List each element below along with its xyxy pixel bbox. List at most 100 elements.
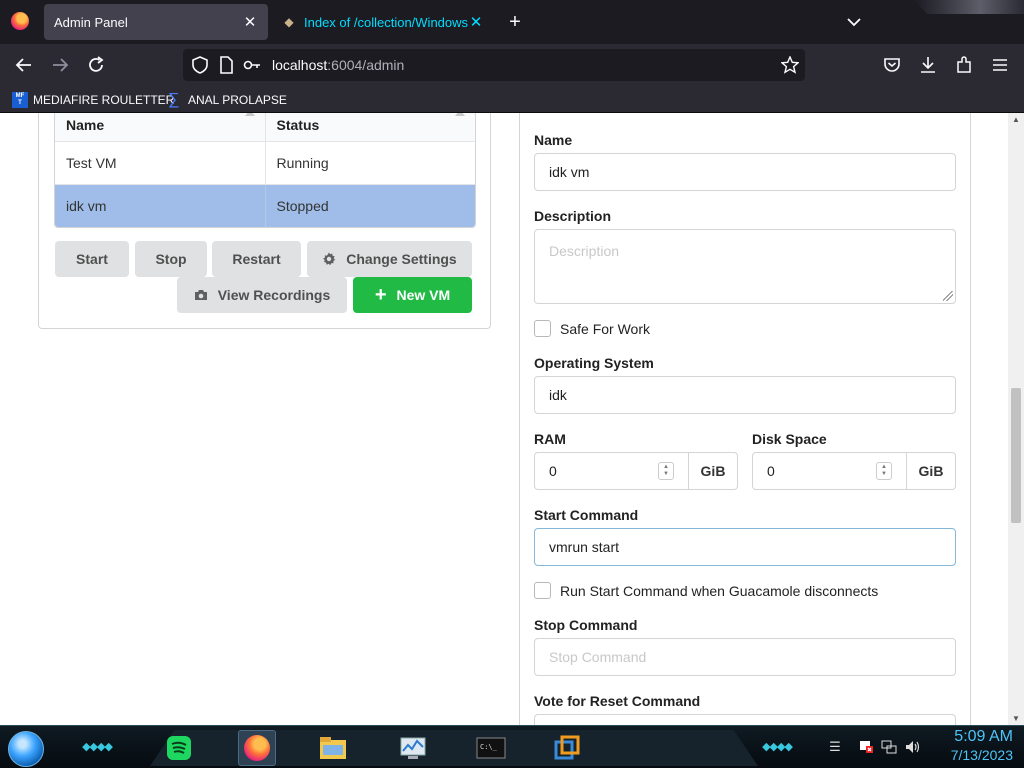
- extensions-icon[interactable]: [952, 53, 976, 77]
- change-settings-button[interactable]: Change Settings: [307, 241, 472, 277]
- task-manager-icon[interactable]: [394, 730, 432, 766]
- chevron-down-icon[interactable]: [843, 10, 865, 34]
- description-placeholder: Description: [549, 243, 620, 259]
- sort-icon: [244, 113, 255, 116]
- start-button[interactable]: [8, 731, 44, 767]
- close-icon[interactable]: ✕: [242, 13, 258, 31]
- network-icon[interactable]: [881, 739, 897, 755]
- back-arrow-icon[interactable]: [12, 53, 36, 77]
- checkbox-label: Safe For Work: [560, 320, 650, 337]
- button-label: Restart: [232, 251, 281, 267]
- vm-name-cell: Test VM: [55, 142, 266, 184]
- url-path: :6004/admin: [327, 57, 405, 73]
- name-input[interactable]: idk vm: [534, 153, 956, 191]
- button-label: View Recordings: [217, 287, 331, 303]
- vote-reset-label: Vote for Reset Command: [534, 693, 701, 709]
- stop-command-input[interactable]: Stop Command: [534, 638, 956, 676]
- tab-admin-panel[interactable]: Admin Panel ✕: [44, 4, 268, 40]
- admin-page: Name Status Test VM Running idk vm Stopp…: [0, 113, 1008, 725]
- name-label: Name: [534, 132, 573, 148]
- bookmark-mediafire[interactable]: MF T MEDIAFIRE ROULETTER: [12, 90, 174, 110]
- vote-reset-input[interactable]: [534, 714, 956, 725]
- url-bar[interactable]: localhost:6004/admin: [183, 49, 805, 81]
- stop-command-label: Stop Command: [534, 617, 638, 633]
- folder-icon: ◆: [284, 15, 294, 29]
- column-header-status[interactable]: Status: [266, 113, 476, 141]
- restart-button[interactable]: Restart: [212, 241, 301, 277]
- spinner-icon[interactable]: ▲ ▼: [658, 462, 674, 480]
- scrollbar-thumb[interactable]: [1011, 388, 1021, 523]
- os-label: Operating System: [534, 355, 654, 371]
- bookmark-label: ANAL PROLAPSE: [188, 93, 287, 107]
- disk-field[interactable]: 0 ▲ ▼: [752, 452, 907, 490]
- window-decoration: [914, 0, 1024, 14]
- key-icon[interactable]: [240, 53, 264, 77]
- column-header-name[interactable]: Name: [55, 113, 266, 141]
- button-label: New VM: [396, 287, 451, 303]
- spotify-icon[interactable]: [160, 730, 198, 766]
- close-icon[interactable]: ✕: [468, 13, 484, 31]
- show-desktop-icon[interactable]: ☰: [824, 739, 846, 755]
- sigma-icon: ∑: [168, 91, 180, 108]
- action-center-flag-icon[interactable]: [858, 739, 874, 755]
- safe-for-work-option[interactable]: Safe For Work: [534, 320, 650, 337]
- tab-title: Index of /collection/Windows 7: [304, 14, 468, 30]
- volume-icon[interactable]: [904, 739, 920, 755]
- resize-handle-icon[interactable]: [943, 291, 953, 301]
- vm-status-cell: Running: [276, 155, 329, 171]
- menu-icon[interactable]: [988, 53, 1012, 77]
- new-tab-button[interactable]: +: [503, 10, 527, 34]
- spinner-icon[interactable]: ▲ ▼: [876, 462, 892, 480]
- disk-input[interactable]: 0 ▲ ▼ GiB: [752, 452, 956, 490]
- tab-title: Admin Panel: [54, 14, 128, 30]
- ram-input[interactable]: 0 ▲ ▼ GiB: [534, 452, 738, 490]
- table-row[interactable]: Test VM Running: [55, 141, 475, 184]
- gear-icon: [322, 252, 336, 266]
- firefox-icon[interactable]: [238, 730, 276, 766]
- bookmark-second[interactable]: ∑ ANAL PROLAPSE: [168, 90, 287, 110]
- mediafire-icon: MF T: [12, 92, 28, 108]
- forward-arrow-icon[interactable]: [48, 53, 72, 77]
- system-clock[interactable]: 5:09 AM 7/13/2023: [933, 728, 1013, 763]
- url-text[interactable]: localhost:6004/admin: [272, 57, 404, 73]
- bookmark-star-icon[interactable]: [778, 53, 802, 77]
- reload-icon[interactable]: [84, 53, 108, 77]
- table-row[interactable]: idk vm Stopped: [55, 184, 475, 227]
- download-icon[interactable]: [916, 53, 940, 77]
- ram-field[interactable]: 0 ▲ ▼: [534, 452, 689, 490]
- svg-text:C:\_: C:\_: [480, 743, 498, 751]
- scroll-up-icon[interactable]: ▲: [1008, 115, 1024, 124]
- start-command-input[interactable]: vmrun start: [534, 528, 956, 566]
- description-textarea[interactable]: Description: [534, 229, 956, 304]
- run-on-disconnect-option[interactable]: Run Start Command when Guacamole disconn…: [534, 582, 878, 599]
- os-input[interactable]: idk: [534, 376, 956, 414]
- new-vm-button[interactable]: + New VM: [353, 277, 472, 313]
- sort-icon: [455, 113, 465, 116]
- taskbar-decoration: ◆◆◆◆: [762, 740, 793, 753]
- browser-nav-bar: localhost:6004/admin: [0, 44, 1024, 86]
- run-on-disconnect-checkbox[interactable]: [534, 582, 551, 599]
- vm-status-cell: Stopped: [276, 198, 329, 214]
- stop-button[interactable]: Stop: [135, 241, 207, 277]
- page-scrollbar[interactable]: ▲ ▼: [1008, 113, 1024, 725]
- start-button[interactable]: Start: [55, 241, 129, 277]
- ram-label: RAM: [534, 431, 566, 447]
- terminal-icon[interactable]: C:\_: [472, 730, 510, 766]
- firefox-icon[interactable]: [11, 12, 29, 30]
- button-label: Change Settings: [346, 251, 457, 267]
- column-header-label: Name: [66, 117, 105, 133]
- safe-for-work-checkbox[interactable]: [534, 320, 551, 337]
- vm-list-card: Name Status Test VM Running idk vm Stopp…: [38, 113, 491, 329]
- pocket-icon[interactable]: [880, 53, 904, 77]
- scroll-down-icon[interactable]: ▼: [1008, 714, 1024, 723]
- clock-date: 7/13/2023: [950, 747, 1013, 763]
- file-explorer-icon[interactable]: [314, 730, 352, 766]
- os-taskbar: ◆◆◆◆ C:\_ ◆◆◆◆ ☰ 5:09 AM 7/13/2023: [0, 725, 1024, 768]
- view-recordings-button[interactable]: View Recordings: [177, 277, 347, 313]
- shield-icon[interactable]: [188, 53, 212, 77]
- page-icon[interactable]: [214, 53, 238, 77]
- ram-unit: GiB: [689, 452, 738, 490]
- tab-index-collection[interactable]: ◆ Index of /collection/Windows 7 ✕: [272, 4, 494, 40]
- vmware-icon[interactable]: [548, 730, 586, 766]
- clock-time: 5:09 AM: [954, 728, 1013, 745]
